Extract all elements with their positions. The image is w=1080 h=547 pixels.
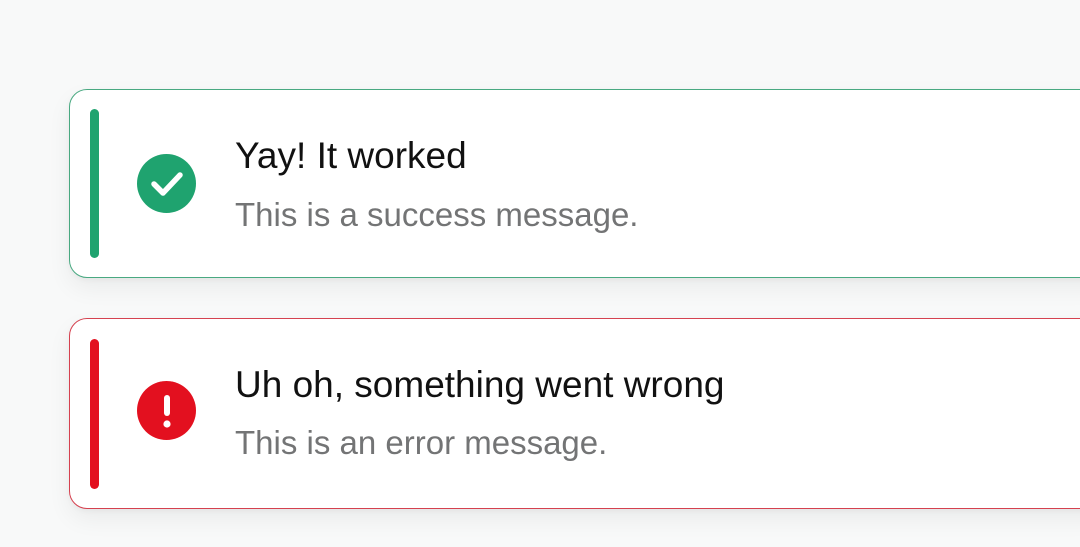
- error-accent-bar: [90, 339, 99, 489]
- success-accent-bar: [90, 109, 99, 258]
- check-circle-icon: [137, 154, 196, 213]
- error-title: Uh oh, something went wrong: [235, 364, 725, 405]
- exclamation-circle-icon: [137, 381, 196, 440]
- error-toast: Uh oh, something went wrong This is an e…: [69, 318, 1080, 509]
- error-message: This is an error message.: [235, 424, 608, 461]
- success-message: This is a success message.: [235, 196, 639, 233]
- success-title: Yay! It worked: [235, 135, 467, 176]
- success-toast: Yay! It worked This is a success message…: [69, 89, 1080, 278]
